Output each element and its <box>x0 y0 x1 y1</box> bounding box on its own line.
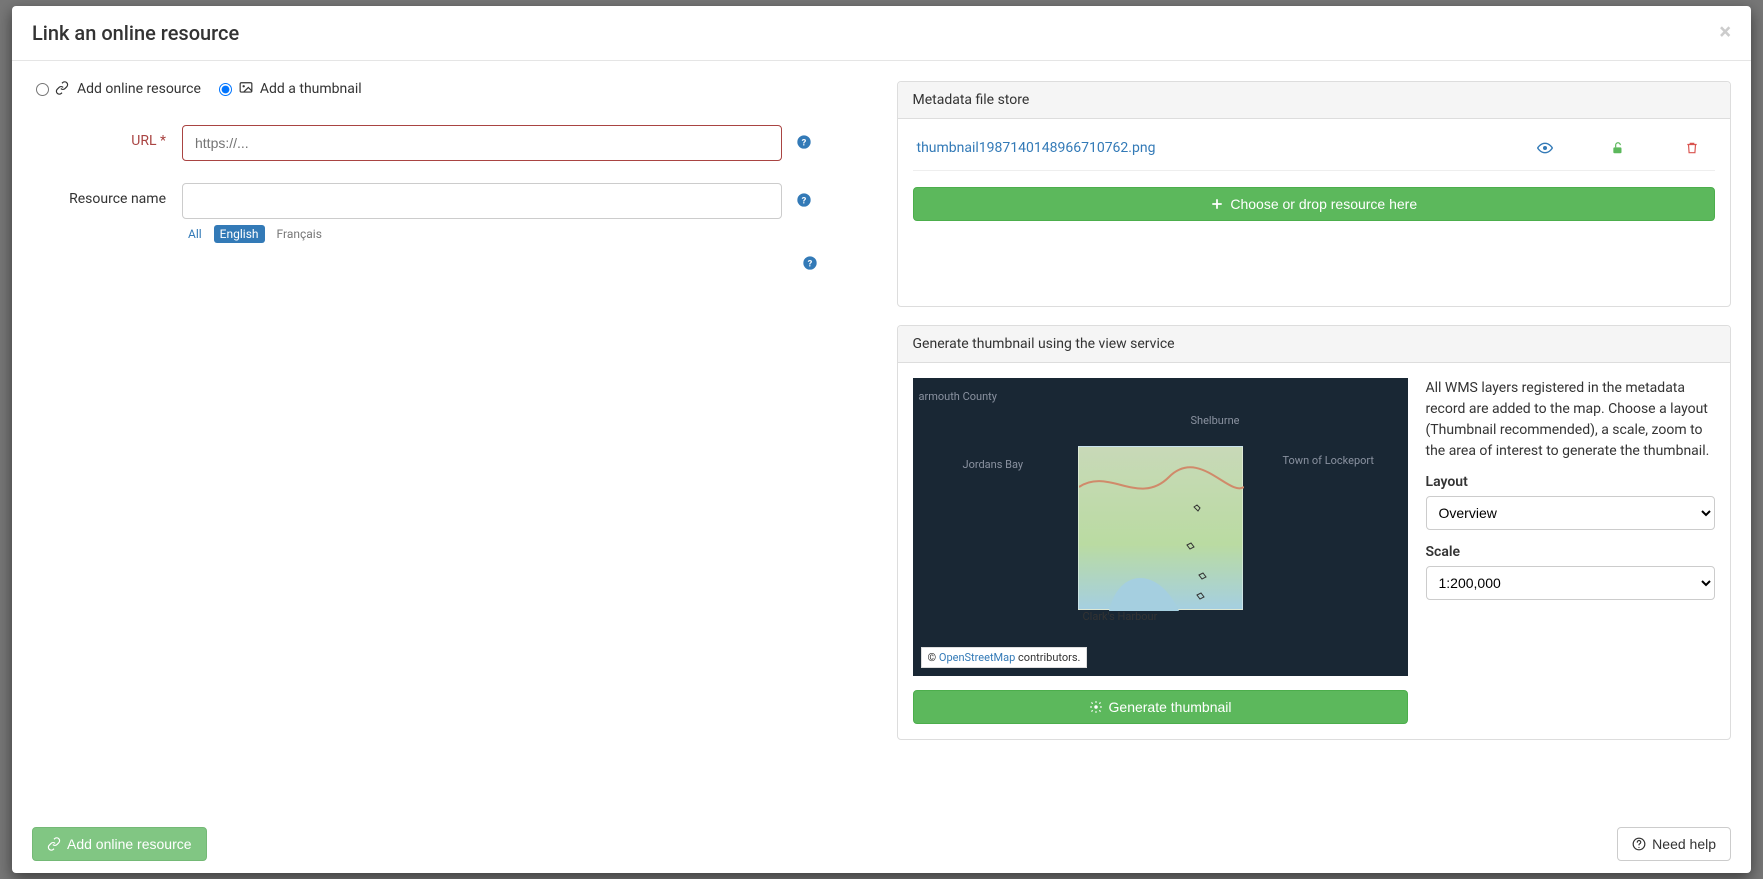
layout-label: Layout <box>1426 474 1716 490</box>
map-label-lockeport: Town of Lockeport <box>1283 454 1375 467</box>
filestore-spacer <box>913 221 1716 291</box>
svg-text:?: ? <box>802 137 807 148</box>
scale-group: Scale 1:200,000 <box>1426 544 1716 600</box>
lang-tab-francais[interactable]: Français <box>271 225 328 243</box>
help-icon[interactable]: ? <box>796 192 812 208</box>
thumb-row: armouth County Jordans Bay Shelburne Tow… <box>913 378 1716 724</box>
help-icon[interactable]: ? <box>802 255 818 271</box>
resource-name-field-wrap: All English Français <box>182 183 782 243</box>
file-link[interactable]: thumbnail1987140148966710762.png <box>917 140 1538 156</box>
thumbnail-gen-panel: Generate thumbnail using the view servic… <box>897 325 1732 740</box>
map-attribution: © OpenStreetMap contributors. <box>921 647 1088 668</box>
language-tabs: All English Français <box>182 225 782 243</box>
add-online-resource-button[interactable]: Add online resource <box>32 827 207 861</box>
map-preview[interactable]: armouth County Jordans Bay Shelburne Tow… <box>913 378 1408 676</box>
resource-type-radios: Add online resource Add a thumbnail <box>32 81 867 97</box>
map-label-jordans: Jordans Bay <box>963 458 1024 471</box>
url-field-wrap <box>182 125 782 161</box>
unlock-icon[interactable] <box>1611 140 1627 156</box>
generate-button-row: Generate thumbnail <box>913 690 1408 724</box>
generate-thumbnail-button[interactable]: Generate thumbnail <box>913 690 1408 724</box>
radio-input-online[interactable] <box>36 83 49 96</box>
radio-label-online: Add online resource <box>77 81 201 97</box>
plus-icon <box>1210 197 1224 211</box>
close-icon[interactable]: × <box>1719 22 1731 44</box>
layout-select[interactable]: Overview <box>1426 496 1716 530</box>
resource-name-input[interactable] <box>182 183 782 219</box>
radio-input-thumbnail[interactable] <box>219 83 232 96</box>
map-label-clark: Clark's Harbour <box>1083 610 1158 623</box>
help-icon[interactable]: ? <box>796 134 812 150</box>
resource-name-row: Resource name All English Français ? <box>32 183 867 243</box>
scale-select[interactable]: 1:200,000 <box>1426 566 1716 600</box>
extra-help-row: ? <box>32 255 818 271</box>
modal-dialog: Link an online resource × Add online res… <box>12 6 1751 873</box>
need-help-label: Need help <box>1652 836 1716 852</box>
url-label: URL * <box>32 125 182 149</box>
image-icon <box>238 81 254 97</box>
map-wrap: armouth County Jordans Bay Shelburne Tow… <box>913 378 1408 724</box>
scale-label: Scale <box>1426 544 1716 560</box>
modal-title: Link an online resource <box>32 21 239 45</box>
right-column: Metadata file store thumbnail19871401489… <box>897 81 1732 795</box>
attr-prefix: © <box>928 651 939 664</box>
trash-icon[interactable] <box>1685 140 1701 156</box>
attr-suffix: contributors. <box>1015 651 1080 664</box>
svg-text:?: ? <box>808 258 813 269</box>
radio-add-online-resource[interactable]: Add online resource <box>36 81 201 97</box>
left-column: Add online resource Add a thumbnail URL … <box>32 81 867 795</box>
modal-header: Link an online resource × <box>12 6 1751 61</box>
svg-text:?: ? <box>802 195 807 206</box>
generate-thumbnail-label: Generate thumbnail <box>1109 699 1232 715</box>
add-online-resource-label: Add online resource <box>67 836 192 852</box>
footer-right: Need help <box>1617 827 1731 861</box>
layout-group: Layout Overview <box>1426 474 1716 530</box>
thumbnail-description: All WMS layers registered in the metadat… <box>1426 378 1716 462</box>
modal-footer: Add online resource Need help <box>12 815 1751 873</box>
radio-add-thumbnail[interactable]: Add a thumbnail <box>219 81 362 97</box>
thumb-side: All WMS layers registered in the metadat… <box>1426 378 1716 724</box>
filestore-panel: Metadata file store thumbnail19871401489… <box>897 81 1732 307</box>
url-row: URL * ? <box>32 125 867 161</box>
map-label-yarmouth: armouth County <box>919 390 997 403</box>
choose-drop-label: Choose or drop resource here <box>1230 196 1417 212</box>
lang-tab-english[interactable]: English <box>214 225 265 243</box>
file-actions <box>1537 140 1711 156</box>
map-label-shelburne: Shelburne <box>1191 414 1240 427</box>
map-tile <box>1078 446 1243 610</box>
modal-body: Add online resource Add a thumbnail URL … <box>12 61 1751 815</box>
need-help-button[interactable]: Need help <box>1617 827 1731 861</box>
url-input[interactable] <box>182 125 782 161</box>
link-icon <box>47 837 61 851</box>
filestore-body: thumbnail1987140148966710762.png <box>898 119 1731 306</box>
choose-drop-button[interactable]: Choose or drop resource here <box>913 187 1716 221</box>
file-row: thumbnail1987140148966710762.png <box>913 134 1716 171</box>
question-circle-icon <box>1632 837 1646 851</box>
eye-icon[interactable] <box>1537 140 1553 156</box>
thumbnail-gen-body: armouth County Jordans Bay Shelburne Tow… <box>898 363 1731 739</box>
resource-name-label: Resource name <box>32 183 182 207</box>
link-icon <box>55 81 71 97</box>
gear-icon <box>1089 700 1103 714</box>
thumbnail-gen-heading: Generate thumbnail using the view servic… <box>898 326 1731 363</box>
filestore-heading: Metadata file store <box>898 82 1731 119</box>
osm-link[interactable]: OpenStreetMap <box>939 651 1015 664</box>
radio-label-thumbnail: Add a thumbnail <box>260 81 362 97</box>
lang-tab-all[interactable]: All <box>182 225 208 243</box>
